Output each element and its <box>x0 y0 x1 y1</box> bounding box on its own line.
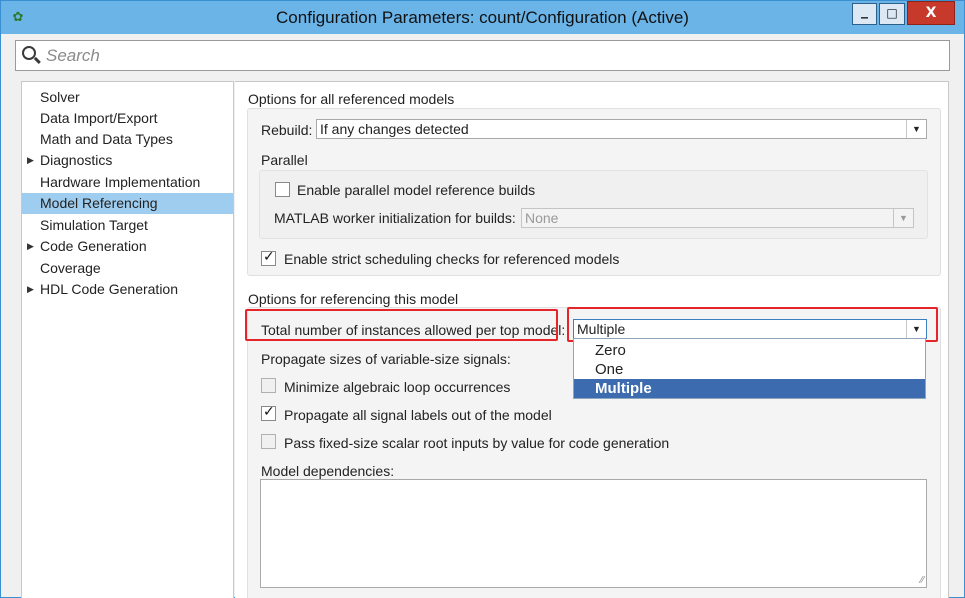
search-bar <box>15 40 950 71</box>
chevron-down-icon[interactable]: ▼ <box>906 120 926 138</box>
dropdown-option-one[interactable]: One <box>574 360 925 379</box>
minimize-loop-label: Minimize algebraic loop occurrences <box>284 379 511 395</box>
propagate-labels-checkbox[interactable] <box>261 404 276 421</box>
expand-arrow-icon[interactable]: ▶ <box>27 150 34 171</box>
chevron-down-icon[interactable]: ▼ <box>893 209 913 227</box>
minimize-button[interactable]: _ <box>852 3 877 25</box>
pass-fixed-checkbox[interactable] <box>261 434 276 449</box>
sidebar-item-label: HDL Code Generation <box>40 281 179 297</box>
sidebar-item-label: Simulation Target <box>40 217 148 233</box>
sidebar-item-label: Hardware Implementation <box>40 174 201 190</box>
minimize-loop-checkbox[interactable] <box>261 378 276 393</box>
dropdown-option-multiple[interactable]: Multiple <box>574 379 925 398</box>
sidebar-item-math-and-data-types[interactable]: Math and Data Types <box>22 129 233 150</box>
parallel-builds-label: Enable parallel model reference builds <box>297 182 536 198</box>
sidebar-item-label: Math and Data Types <box>40 131 173 147</box>
pass-fixed-label: Pass fixed-size scalar root inputs by va… <box>284 435 670 451</box>
dropdown-option-zero[interactable]: Zero <box>574 341 925 360</box>
category-tree: Solver Data Import/Export Math and Data … <box>21 81 234 598</box>
strict-scheduling-label: Enable strict scheduling checks for refe… <box>284 251 620 267</box>
strict-scheduling-checkbox[interactable] <box>261 249 276 266</box>
sidebar-item-label: Coverage <box>40 260 101 276</box>
sidebar-item-code-generation[interactable]: ▶ Code Generation <box>22 236 233 257</box>
sidebar-item-label: Model Referencing <box>40 195 158 211</box>
parallel-builds-checkbox[interactable] <box>275 182 290 197</box>
parallel-heading: Parallel <box>261 152 308 168</box>
configuration-parameters-window: ✿ Configuration Parameters: count/Config… <box>0 0 965 598</box>
parallel-group <box>259 170 928 239</box>
rebuild-label: Rebuild: <box>261 122 313 138</box>
search-icon[interactable] <box>22 46 36 60</box>
propagate-sizes-label: Propagate sizes of variable-size signals… <box>261 351 511 367</box>
worker-init-label: MATLAB worker initialization for builds: <box>274 210 516 226</box>
rebuild-select[interactable]: If any changes detected ▼ <box>316 119 927 139</box>
window-title: Configuration Parameters: count/Configur… <box>276 8 689 27</box>
sidebar-item-label: Code Generation <box>40 238 147 254</box>
instances-dropdown-list: Zero One Multiple <box>573 338 926 399</box>
resize-grip-icon[interactable]: ⁄⁄ <box>921 576 924 586</box>
worker-init-select-value: None <box>525 210 559 226</box>
expand-arrow-icon[interactable]: ▶ <box>27 236 34 257</box>
worker-init-select[interactable]: None ▼ <box>521 208 914 228</box>
highlight-box-instances-label <box>245 309 558 341</box>
sidebar-item-label: Data Import/Export <box>40 110 158 126</box>
sidebar-item-model-referencing[interactable]: Model Referencing <box>22 193 233 214</box>
sidebar-item-label: Diagnostics <box>40 152 113 168</box>
search-input[interactable] <box>46 45 926 66</box>
sidebar-item-diagnostics[interactable]: ▶ Diagnostics <box>22 150 233 171</box>
sidebar-item-hdl-code-generation[interactable]: ▶ HDL Code Generation <box>22 279 233 300</box>
sidebar-item-hardware-implementation[interactable]: Hardware Implementation <box>22 172 233 193</box>
sidebar-item-label: Solver <box>40 89 80 105</box>
dependencies-textarea[interactable]: ⁄⁄ <box>260 479 927 588</box>
this-model-heading: Options for referencing this model <box>248 291 459 307</box>
propagate-labels-label: Propagate all signal labels out of the m… <box>284 407 552 423</box>
close-button[interactable]: X <box>907 1 955 25</box>
highlight-box-instances-select <box>567 307 938 342</box>
expand-arrow-icon[interactable]: ▶ <box>27 279 34 300</box>
sidebar-item-solver[interactable]: Solver <box>22 87 233 108</box>
sidebar-item-data-import-export[interactable]: Data Import/Export <box>22 108 233 129</box>
sidebar-item-coverage[interactable]: Coverage <box>22 258 233 279</box>
dependencies-label: Model dependencies: <box>261 463 395 479</box>
rebuild-select-value: If any changes detected <box>320 121 469 137</box>
title-bar[interactable]: ✿ Configuration Parameters: count/Config… <box>1 1 964 34</box>
all-models-heading: Options for all referenced models <box>248 91 455 107</box>
sidebar-item-simulation-target[interactable]: Simulation Target <box>22 215 233 236</box>
maximize-button[interactable]: □ <box>879 3 905 25</box>
